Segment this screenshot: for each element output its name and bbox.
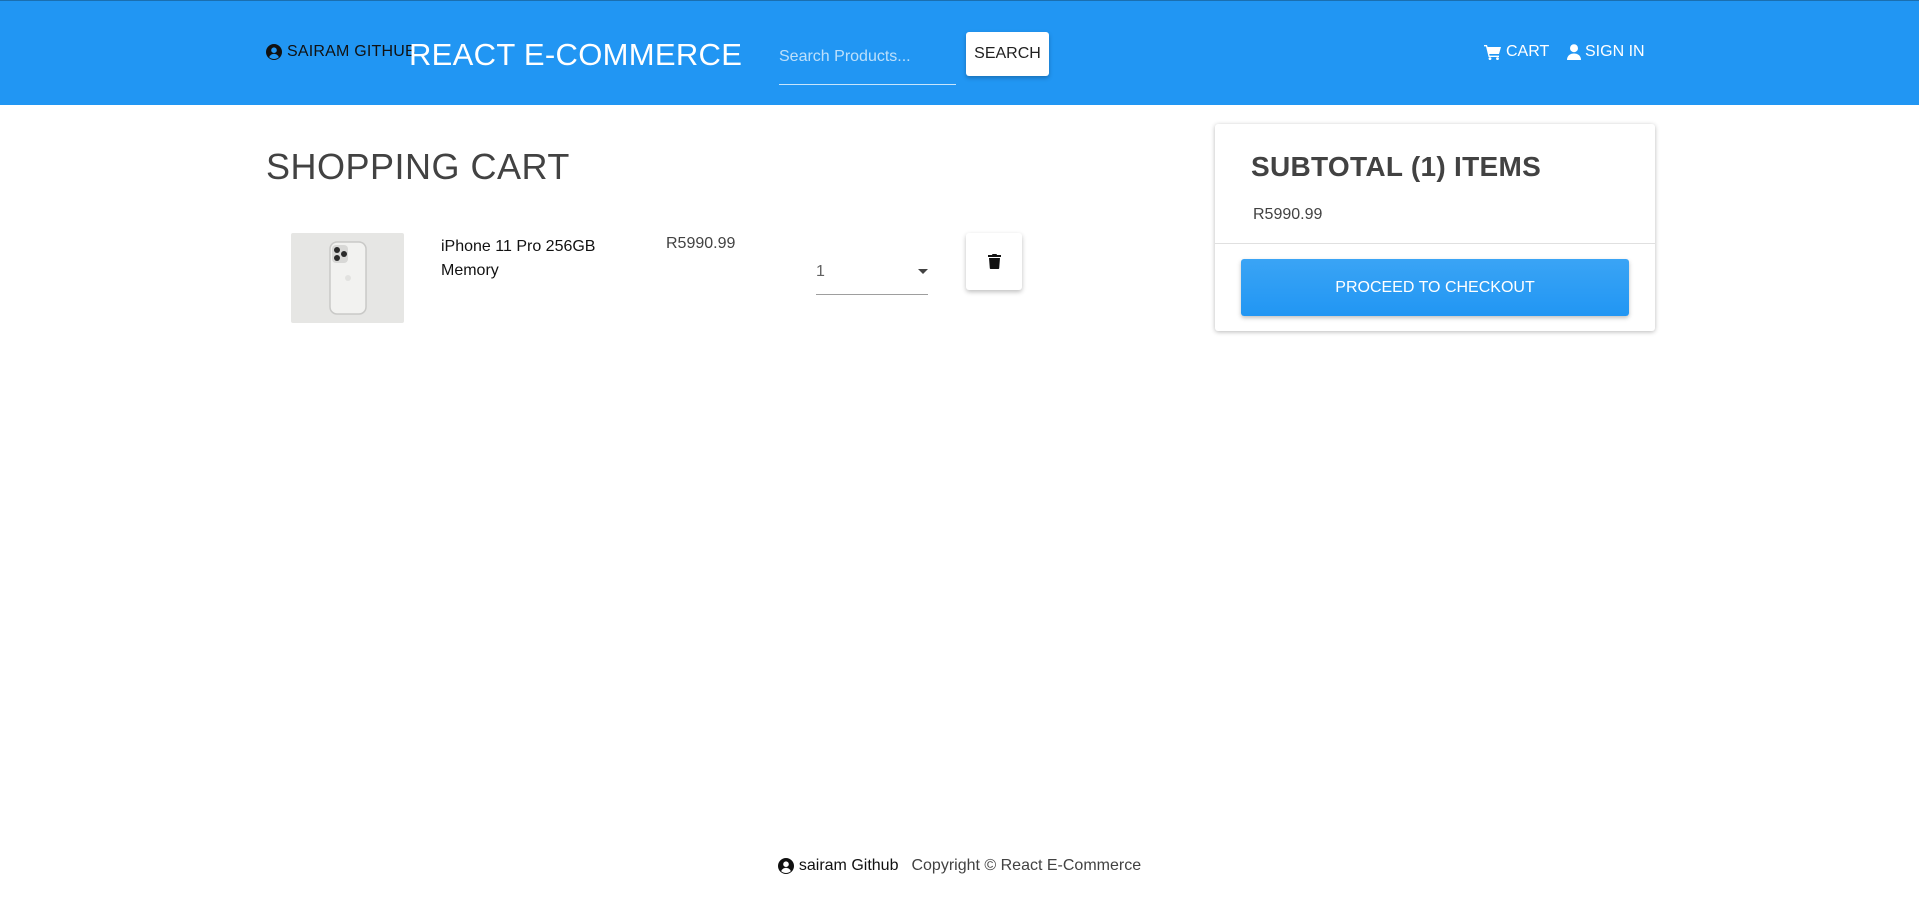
cart-link-label: CART [1506,43,1550,60]
summary-divider [1215,243,1655,244]
dropdown-caret-icon [918,269,928,274]
footer: sairam Github Copyright © React E-Commer… [0,857,1919,875]
delete-item-button[interactable] [966,233,1022,290]
user-icon [1567,44,1581,60]
cart-link[interactable]: CART [1484,43,1549,61]
quantity-value: 1 [816,262,825,280]
footer-github-link[interactable]: sairam Github [777,857,899,875]
github-link-label: SAIRAM GITHUB [287,43,416,60]
subtotal-amount: R5990.99 [1253,206,1323,223]
subtotal-title: SUBTOTAL (1) ITEMS [1251,151,1542,182]
product-price: R5990.99 [666,235,736,252]
product-name-link[interactable]: iPhone 11 Pro 256GB Memory [441,235,616,283]
shopping-cart-icon [1484,45,1501,60]
quantity-select[interactable]: 1 [816,243,928,295]
search-input[interactable] [779,33,956,85]
page-title: SHOPPING CART [266,146,570,187]
github-link[interactable]: SAIRAM GITHUB [266,43,416,61]
signin-link-label: SIGN IN [1585,43,1645,60]
user-circle-icon [266,44,282,60]
phone-image [328,241,367,315]
user-circle-icon [777,858,794,874]
checkout-button[interactable]: PROCEED TO CHECKOUT [1241,259,1629,316]
footer-link-label: sairam Github [798,857,899,874]
navbar: SAIRAM GITHUB REACT E-COMMERCE SEARCH CA… [0,0,1919,105]
trash-icon [987,254,1001,269]
product-image[interactable] [291,233,404,323]
signin-link[interactable]: SIGN IN [1567,43,1645,61]
brand-title[interactable]: REACT E-COMMERCE [409,37,742,73]
cart-item-row: iPhone 11 Pro 256GB Memory R5990.99 1 [266,233,1026,323]
order-summary-card: SUBTOTAL (1) ITEMS R5990.99 PROCEED TO C… [1215,124,1655,331]
copyright-text: Copyright © React E-Commerce [911,857,1142,874]
search-button[interactable]: SEARCH [966,32,1049,76]
